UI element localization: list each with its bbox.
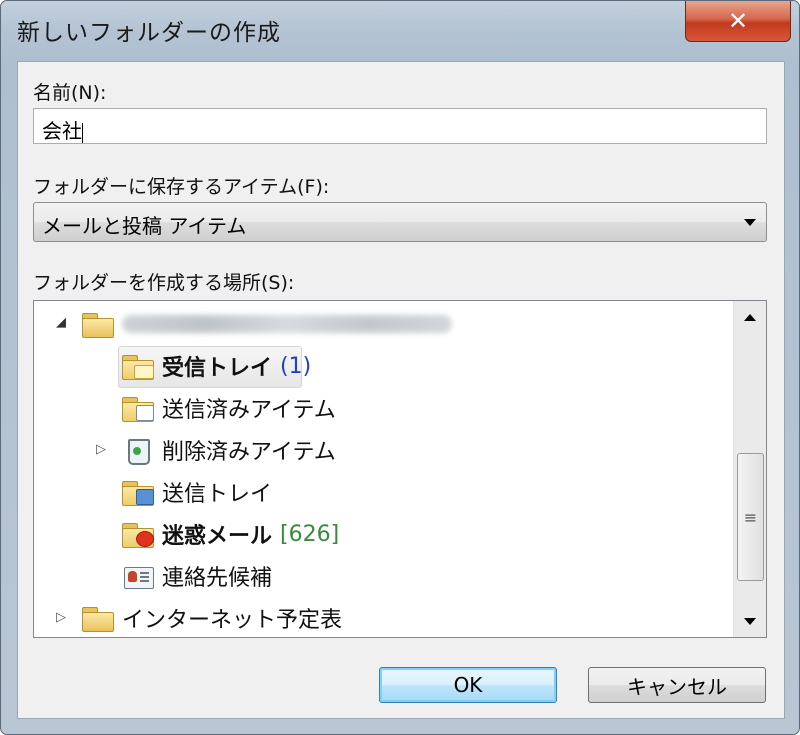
grip-icon: ≡ <box>743 507 758 527</box>
contacts-icon <box>122 563 154 589</box>
ok-button[interactable]: OK <box>379 667 557 703</box>
tree-item-label: 削除済みアイテム <box>162 440 336 465</box>
tree-item-label: 送信済みアイテム <box>162 398 336 423</box>
folder-name-input[interactable]: 会社 <box>33 108 767 144</box>
title-bar: 新しいフォルダーの作成 ✕ <box>1 1 799 59</box>
scroll-thumb[interactable]: ≡ <box>737 453 764 581</box>
outbox-folder-icon <box>122 479 154 506</box>
dropdown-arrow-icon <box>744 219 756 226</box>
tree-item-suggested-contacts[interactable]: 連絡先候補 <box>122 558 272 594</box>
scroll-down-button[interactable] <box>734 605 766 637</box>
scroll-up-arrow-icon <box>744 313 756 321</box>
tree-item-junk-mail[interactable]: 迷惑メール [626] <box>122 516 339 552</box>
tree-item-label: 連絡先候補 <box>162 566 273 591</box>
tree-item-sent-items[interactable]: 送信済みアイテム <box>122 390 336 426</box>
account-address-blurred <box>122 315 452 333</box>
tree-item-account[interactable] <box>82 306 452 342</box>
deleted-items-icon <box>122 437 154 465</box>
tree-item-outbox[interactable]: 送信トレイ <box>122 474 272 510</box>
tree-item-inbox[interactable]: 受信トレイ (1) <box>122 348 311 384</box>
folder-location-tree[interactable]: ◢ 受信トレイ (1) 送信済みアイテム ▷ 削除済みアイテム 送信トレイ 迷惑… <box>33 300 767 638</box>
folder-name-value: 会社 <box>42 119 82 143</box>
close-icon: ✕ <box>727 7 749 35</box>
account-folder-icon <box>82 311 114 338</box>
tree-item-label: 送信トレイ <box>162 482 273 507</box>
dialog-body: 名前(N): 会社 フォルダーに保存するアイテム(F): メールと投稿 アイテム… <box>17 61 785 719</box>
tree-item-deleted-items[interactable]: 削除済みアイテム <box>122 432 336 468</box>
item-count: [626] <box>280 521 340 547</box>
scroll-up-button[interactable] <box>734 301 766 333</box>
junk-mail-folder-icon <box>122 521 154 548</box>
scroll-down-arrow-icon <box>744 617 756 625</box>
tree-scrollbar[interactable]: ≡ <box>733 301 766 637</box>
folder-contains-select[interactable]: メールと投稿 アイテム <box>33 202 767 242</box>
expand-arrow-icon[interactable]: ▷ <box>96 442 106 457</box>
location-label: フォルダーを作成する場所(S): <box>33 272 295 294</box>
tree-item-label: 受信トレイ <box>162 356 273 381</box>
close-button[interactable]: ✕ <box>685 1 791 42</box>
tree-item-internet-calendar[interactable]: インターネット予定表 <box>82 600 342 636</box>
collapse-arrow-icon[interactable]: ◢ <box>56 315 66 330</box>
folder-contains-value: メールと投稿 アイテム <box>42 214 247 238</box>
cancel-button[interactable]: キャンセル <box>588 667 766 703</box>
unread-count: (1) <box>280 353 312 379</box>
new-folder-dialog: 新しいフォルダーの作成 ✕ 名前(N): 会社 フォルダーに保存するアイテム(F… <box>0 0 800 735</box>
tree-item-label: インターネット予定表 <box>122 608 343 633</box>
dialog-title: 新しいフォルダーの作成 <box>17 20 281 46</box>
contains-label: フォルダーに保存するアイテム(F): <box>33 176 330 198</box>
tree-item-label: 迷惑メール <box>162 524 273 549</box>
expand-arrow-icon[interactable]: ▷ <box>56 610 66 625</box>
name-label: 名前(N): <box>33 82 107 104</box>
text-caret <box>82 122 83 143</box>
sent-items-folder-icon <box>122 395 154 422</box>
calendar-folder-icon <box>82 605 114 632</box>
inbox-folder-icon <box>122 353 154 380</box>
